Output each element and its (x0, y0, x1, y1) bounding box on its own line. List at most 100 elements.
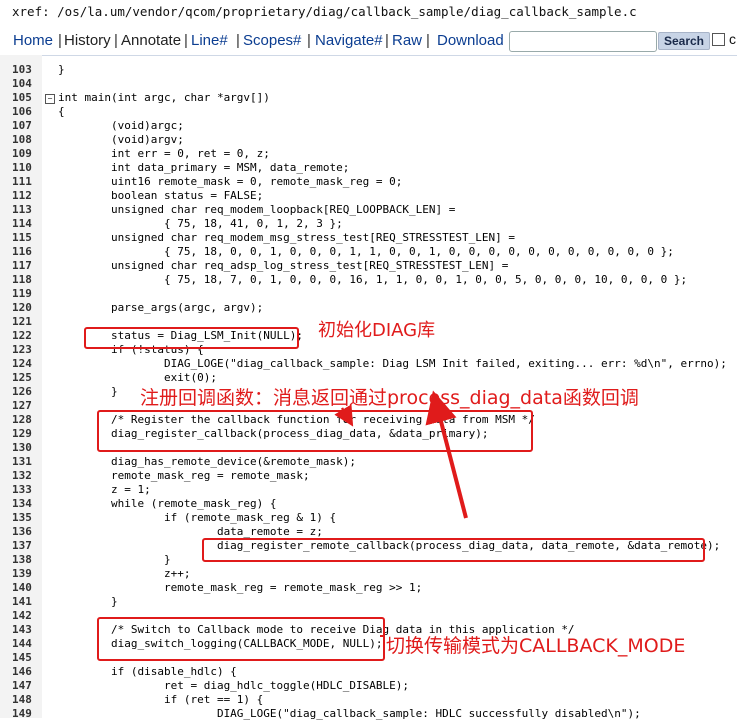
line-source: remote_mask_reg = remote_mask_reg >> 1; (58, 581, 423, 594)
line-number[interactable]: 130 (12, 441, 36, 455)
search-checkbox[interactable] (712, 33, 725, 46)
line-source: } (58, 595, 118, 608)
line-source: } (58, 553, 171, 566)
xref-path: xref: /os/la.um/vendor/qcom/proprietary/… (12, 4, 637, 19)
highlight-remote-callback-box (202, 538, 705, 562)
search-input[interactable] (509, 31, 657, 52)
nav-separator: | (307, 32, 311, 49)
line-number[interactable]: 147 (12, 679, 36, 693)
line-number[interactable]: 128 (12, 413, 36, 427)
checkbox-label: c (729, 31, 736, 47)
line-number[interactable]: 131 (12, 455, 36, 469)
nav-line-numbers[interactable]: Line# (191, 32, 228, 49)
line-source: { 75, 18, 0, 0, 1, 0, 0, 0, 1, 1, 0, 0, … (58, 245, 674, 258)
line-number[interactable]: 123 (12, 343, 36, 357)
line-number[interactable]: 113 (12, 203, 36, 217)
nav-navigate[interactable]: Navigate# (315, 32, 383, 49)
nav-history[interactable]: History (64, 32, 111, 49)
line-number[interactable]: 135 (12, 511, 36, 525)
line-number[interactable]: 125 (12, 371, 36, 385)
line-number[interactable]: 141 (12, 595, 36, 609)
line-source: (void)argv; (58, 133, 184, 146)
line-number[interactable]: 134 (12, 497, 36, 511)
line-source: { 75, 18, 7, 0, 1, 0, 0, 0, 16, 1, 1, 0,… (58, 273, 688, 286)
annotation-register: 注册回调函数：消息返回通过process_diag_data函数回调 (140, 387, 639, 409)
line-source: remote_mask_reg = remote_mask; (58, 469, 310, 482)
nav-raw[interactable]: Raw (392, 32, 422, 49)
nav-download[interactable]: Download (437, 32, 504, 49)
nav-separator: | (114, 32, 118, 49)
line-source: unsigned char req_adsp_log_stress_test[R… (58, 259, 509, 272)
line-number[interactable]: 112 (12, 189, 36, 203)
line-source: boolean status = FALSE; (58, 189, 264, 202)
line-source: int main(int argc, char *argv[]) (58, 91, 270, 104)
line-source: int err = 0, ret = 0, z; (58, 147, 270, 160)
nav-separator: | (184, 32, 188, 49)
line-source: data_remote = z; (58, 525, 323, 538)
line-number[interactable]: 127 (12, 399, 36, 413)
line-number[interactable]: 122 (12, 329, 36, 343)
line-number[interactable]: 129 (12, 427, 36, 441)
line-source: ret = diag_hdlc_toggle(HDLC_DISABLE); (58, 679, 409, 692)
line-source: int data_primary = MSM, data_remote; (58, 161, 350, 174)
line-source: (void)argc; (58, 119, 184, 132)
line-number[interactable]: 144 (12, 637, 36, 651)
line-number[interactable]: 126 (12, 385, 36, 399)
line-number[interactable]: 116 (12, 245, 36, 259)
line-source: if (ret == 1) { (58, 693, 264, 706)
nav-home[interactable]: Home (13, 32, 53, 49)
line-number[interactable]: 146 (12, 665, 36, 679)
line-number[interactable]: 136 (12, 525, 36, 539)
line-number[interactable]: 142 (12, 609, 36, 623)
line-source: while (remote_mask_reg) { (58, 497, 277, 510)
line-number[interactable]: 139 (12, 567, 36, 581)
line-number[interactable]: 137 (12, 539, 36, 553)
line-number[interactable]: 138 (12, 553, 36, 567)
nav-separator: | (385, 32, 389, 49)
line-number[interactable]: 106 (12, 105, 36, 119)
annotation-init: 初始化DIAG库 (318, 320, 436, 341)
line-number[interactable]: 110 (12, 161, 36, 175)
line-number[interactable]: 109 (12, 147, 36, 161)
annotation-switch-mode: 切换传输模式为CALLBACK_MODE (386, 635, 686, 657)
line-number[interactable]: 124 (12, 357, 36, 371)
line-source: unsigned char req_modem_msg_stress_test[… (58, 231, 515, 244)
line-number[interactable]: 149 (12, 707, 36, 721)
line-source: { (58, 105, 65, 118)
line-number[interactable]: 115 (12, 231, 36, 245)
line-source: diag_has_remote_device(&remote_mask); (58, 455, 357, 468)
line-source: DIAG_LOGE("diag_callback_sample: Diag LS… (58, 357, 727, 370)
fold-toggle-icon[interactable]: − (45, 94, 55, 104)
line-number[interactable]: 143 (12, 623, 36, 637)
line-number[interactable]: 118 (12, 273, 36, 287)
line-number[interactable]: 103 (12, 63, 36, 77)
search-button[interactable]: Search (658, 32, 710, 50)
line-number[interactable]: 107 (12, 119, 36, 133)
line-number[interactable]: 114 (12, 217, 36, 231)
line-number[interactable]: 108 (12, 133, 36, 147)
nav-separator: | (236, 32, 240, 49)
line-number[interactable]: 148 (12, 693, 36, 707)
nav-separator: | (58, 32, 62, 49)
line-source: z++; (58, 567, 191, 580)
line-source: if (disable_hdlc) { (58, 665, 237, 678)
line-number[interactable]: 104 (12, 77, 36, 91)
line-number[interactable]: 119 (12, 287, 36, 301)
line-source: parse_args(argc, argv); (58, 301, 264, 314)
line-source: uint16 remote_mask = 0, remote_mask_reg … (58, 175, 403, 188)
line-number[interactable]: 105 (12, 91, 36, 105)
line-source: if (remote_mask_reg & 1) { (58, 511, 337, 524)
line-number[interactable]: 132 (12, 469, 36, 483)
line-number[interactable]: 133 (12, 483, 36, 497)
line-number[interactable]: 117 (12, 259, 36, 273)
line-number[interactable]: 111 (12, 175, 36, 189)
line-number[interactable]: 120 (12, 301, 36, 315)
line-number[interactable]: 140 (12, 581, 36, 595)
line-number[interactable]: 145 (12, 651, 36, 665)
nav-separator: | (426, 32, 430, 49)
line-source: unsigned char req_modem_loopback[REQ_LOO… (58, 203, 456, 216)
line-number[interactable]: 121 (12, 315, 36, 329)
nav-annotate[interactable]: Annotate (121, 32, 181, 49)
nav-scopes[interactable]: Scopes# (243, 32, 301, 49)
line-source: } (58, 385, 118, 398)
